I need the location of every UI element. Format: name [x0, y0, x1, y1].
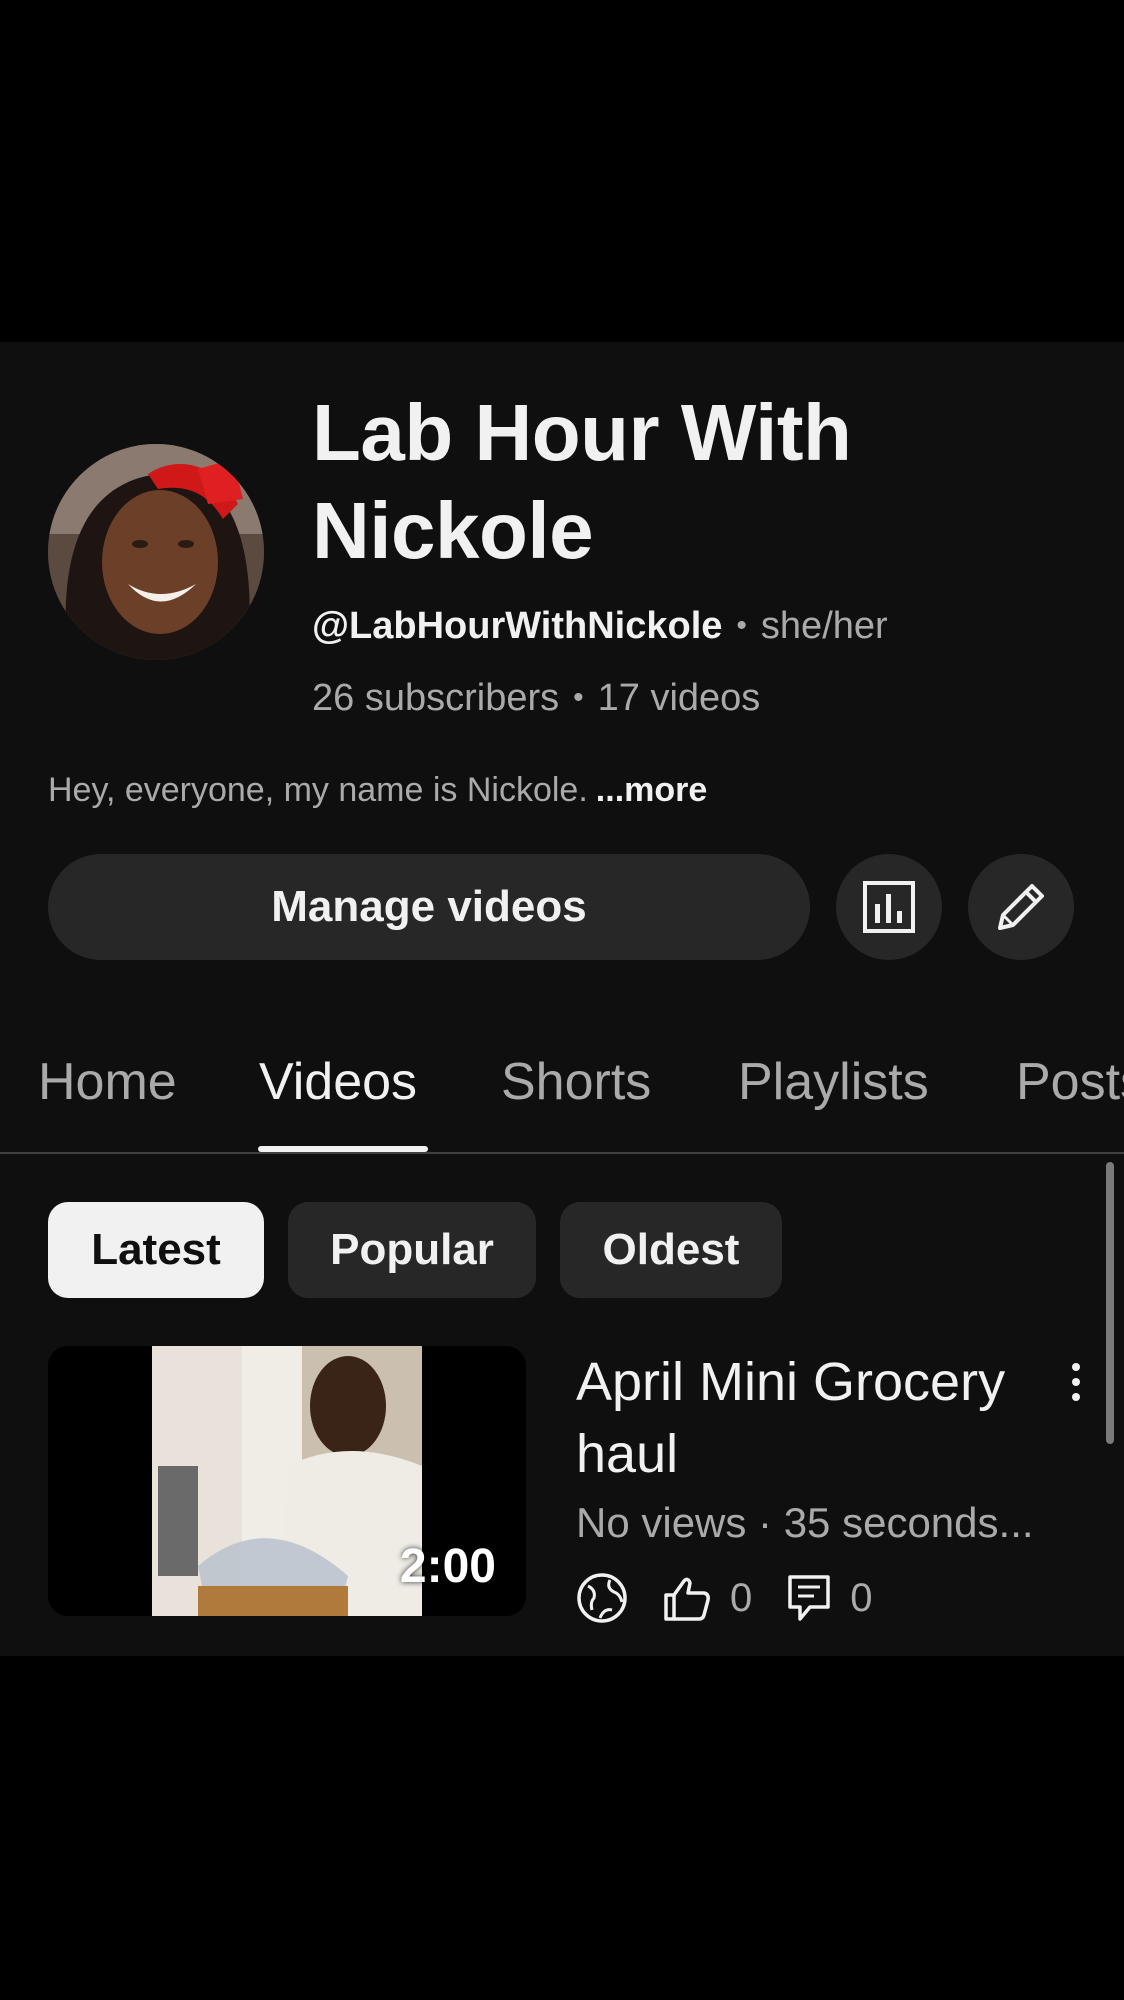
analytics-button[interactable] [836, 854, 942, 960]
tab-posts[interactable]: Posts [1016, 1042, 1124, 1152]
channel-avatar[interactable] [48, 444, 264, 660]
subscriber-count: 26 subscribers [312, 677, 560, 719]
edit-channel-button[interactable] [968, 854, 1074, 960]
more-vertical-icon [1072, 1363, 1080, 1401]
comment-icon[interactable] [786, 1573, 832, 1623]
video-stats-row: 0 0 [576, 1570, 907, 1626]
filter-oldest[interactable]: Oldest [560, 1202, 782, 1298]
video-title[interactable]: April Mini Grocery haul [576, 1346, 1036, 1490]
tab-videos[interactable]: Videos [259, 1042, 417, 1152]
like-count: 0 [730, 1575, 753, 1620]
thumbs-up-icon[interactable] [662, 1573, 712, 1623]
channel-tabs: Home Videos Shorts Playlists Posts [0, 1042, 1124, 1154]
video-count: 17 videos [597, 677, 761, 719]
bar-chart-icon [863, 881, 915, 933]
channel-description[interactable]: Hey, everyone, my name is Nickole. ...mor… [48, 770, 707, 810]
channel-page: Lab Hour With Nickole @LabHourWithNickol… [0, 342, 1124, 1656]
video-thumbnail[interactable]: 2:00 [48, 1346, 526, 1616]
comment-count: 0 [850, 1575, 873, 1620]
video-duration: 2:00 [399, 1540, 496, 1593]
tab-home[interactable]: Home [38, 1042, 177, 1152]
separator-dot: • [573, 681, 584, 714]
pencil-icon [998, 884, 1044, 930]
active-tab-indicator [258, 1146, 428, 1152]
video-options-button[interactable] [1060, 1352, 1092, 1412]
more-link[interactable]: ...more [596, 771, 707, 809]
video-meta: No views · 35 seconds... [576, 1499, 1034, 1546]
tab-shorts[interactable]: Shorts [501, 1042, 651, 1152]
filter-popular[interactable]: Popular [288, 1202, 536, 1298]
channel-title: Lab Hour With Nickole [312, 388, 852, 575]
tab-playlists[interactable]: Playlists [738, 1042, 929, 1152]
channel-handle-row: @LabHourWithNickole • she/her [312, 604, 888, 651]
scrollbar[interactable] [1106, 1162, 1114, 1444]
description-text: Hey, everyone, my name is Nickole. [48, 771, 588, 809]
channel-pronouns: she/her [760, 605, 888, 647]
manage-videos-button[interactable]: Manage videos [48, 854, 810, 960]
channel-handle[interactable]: @LabHourWithNickole [312, 605, 722, 647]
filter-latest[interactable]: Latest [48, 1202, 264, 1298]
globe-icon [576, 1572, 628, 1624]
separator-dot: • [736, 609, 747, 642]
channel-stats: 26 subscribers • 17 videos [312, 676, 760, 723]
avatar-image [48, 444, 264, 660]
